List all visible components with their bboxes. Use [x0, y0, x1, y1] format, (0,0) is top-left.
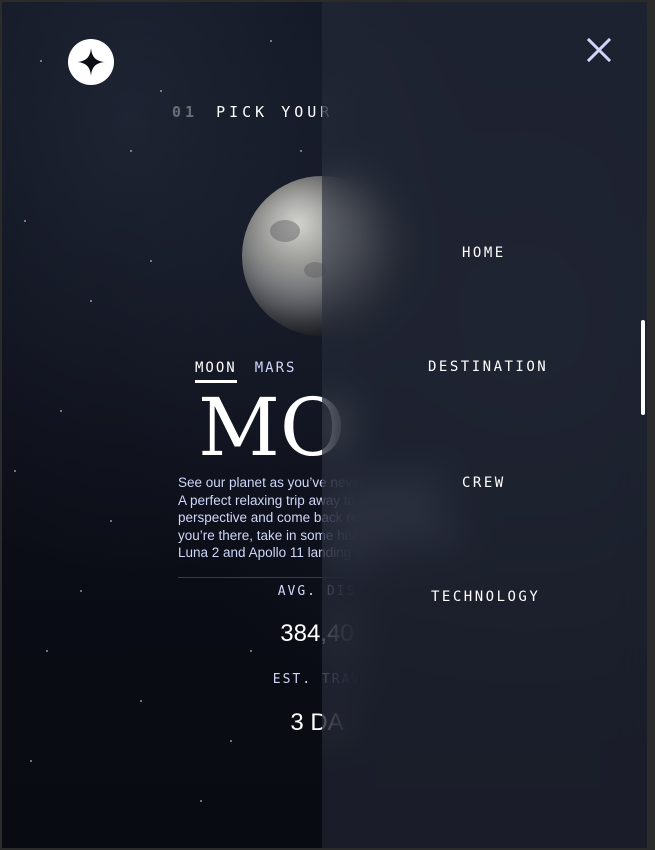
star-logo-icon [77, 48, 105, 76]
tab-mars[interactable]: MARS [255, 360, 297, 383]
tab-moon[interactable]: MOON [195, 360, 237, 383]
nav-menu-panel [322, 0, 655, 850]
page-title-text: PICK YOUR [216, 103, 334, 121]
page-title-number: 01 [172, 103, 199, 121]
destination-page: 01 PICK YOUR MOON MARS MO See our planet … [0, 0, 655, 850]
planet-tabs: MOON MARS [195, 360, 296, 383]
close-icon [586, 37, 612, 63]
close-button[interactable] [585, 36, 613, 64]
nav-item-home[interactable]: HOME [462, 245, 506, 261]
nav-item-technology[interactable]: TECHNOLOGY [431, 589, 540, 605]
page-title: 01 PICK YOUR [172, 103, 333, 121]
active-nav-indicator [641, 320, 645, 415]
nav-item-destination[interactable]: DESTINATION [428, 359, 548, 375]
logo[interactable] [68, 39, 114, 85]
nav-item-crew[interactable]: CREW [462, 475, 506, 491]
